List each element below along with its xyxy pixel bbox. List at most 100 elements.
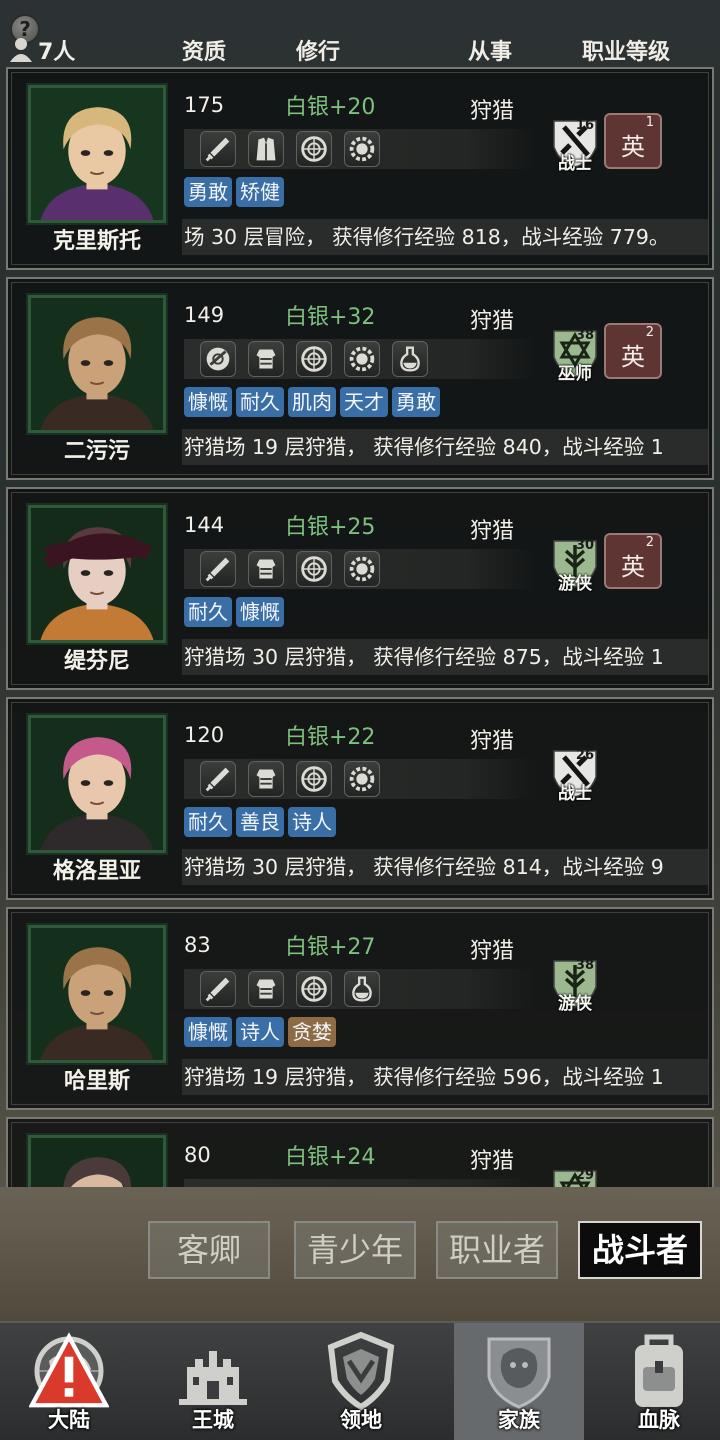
equipment-row (184, 129, 536, 169)
trait-tags: 耐久 善良 诗人 (184, 807, 340, 839)
member-list[interactable]: 克里斯托 175 白银+20 狩猎 勇敢 矫健场 30 层冒险， 获得修行经验 8… (6, 67, 714, 1187)
trait-tag[interactable]: 善良 (236, 807, 284, 837)
class-badge[interactable]: 30 游侠 (550, 537, 600, 594)
equipment-row (184, 1179, 536, 1187)
gear-emblem-icon[interactable] (344, 551, 380, 587)
trait-tag[interactable]: 勇敢 (392, 387, 440, 417)
potion-icon[interactable] (344, 971, 380, 1007)
member-card[interactable]: 80 白银+24 狩猎 29 (6, 1117, 714, 1187)
hero-badge[interactable]: 1 英 (604, 113, 662, 169)
hero-label: 英 (621, 553, 645, 581)
armor-icon[interactable] (248, 551, 284, 587)
trait-tag[interactable]: 耐久 (184, 807, 232, 837)
nav-family[interactable]: 家族 (454, 1323, 584, 1440)
filter-guest-button[interactable]: 客卿 (148, 1221, 270, 1279)
equipment-row (184, 759, 536, 799)
activity-log: 狩猎场 30 层狩猎， 获得修行经验 875，战斗经验 1 (182, 639, 708, 675)
trait-tag[interactable]: 肌肉 (288, 387, 336, 417)
trait-tags: 慷慨 耐久 肌肉 天才 勇敢 (184, 387, 444, 419)
trait-tag[interactable]: 天才 (340, 387, 388, 417)
member-name: 缇芬尼 (63, 649, 130, 674)
gear-emblem-icon[interactable] (344, 131, 380, 167)
castle-icon (179, 1351, 247, 1405)
armor-icon[interactable] (248, 341, 284, 377)
trait-tag[interactable]: 矫健 (236, 177, 284, 207)
trait-tag[interactable]: 慷慨 (184, 387, 232, 417)
trait-tag[interactable]: 诗人 (288, 807, 336, 837)
hero-badge[interactable]: 2 英 (604, 323, 662, 379)
avatar[interactable] (26, 503, 168, 645)
person-icon (10, 38, 32, 62)
hero-label: 英 (621, 133, 645, 161)
cultivation-rank: 白银+27 (285, 935, 376, 960)
avatar[interactable] (26, 713, 168, 855)
avatar[interactable] (26, 83, 168, 225)
job-label: 狩猎 (470, 309, 515, 334)
armor-icon[interactable] (248, 971, 284, 1007)
sword-icon[interactable] (200, 551, 236, 587)
robe-armor-icon[interactable] (248, 131, 284, 167)
armor-icon[interactable] (248, 761, 284, 797)
sword-icon[interactable] (200, 971, 236, 1007)
activity-log: 狩猎场 19 层狩猎， 获得修行经验 840，战斗经验 1 (182, 429, 708, 465)
class-badge[interactable]: 29 (550, 1167, 600, 1187)
avatar[interactable] (26, 923, 168, 1065)
nav-royal-city[interactable]: 王城 (148, 1323, 278, 1440)
trait-tag[interactable]: 耐久 (184, 597, 232, 627)
activity-log: 狩猎场 19 层狩猎， 获得修行经验 596，战斗经验 1 (182, 1059, 708, 1095)
member-card[interactable]: 哈里斯 83 白银+27 狩猎 慷慨 诗人 贪婪狩猎场 19 层狩猎， 获得修行经验… (6, 907, 714, 1110)
nav-bloodline[interactable]: 血脉 (594, 1323, 720, 1440)
shield-emblem-icon[interactable] (296, 131, 332, 167)
member-card[interactable]: 缇芬尼 144 白银+25 狩猎 耐久 慷慨 狩猎场 30 层狩猎， 获得修行经验 … (6, 487, 714, 690)
filter-fighter-button[interactable]: 战斗者 (578, 1221, 702, 1279)
trait-tag[interactable]: 耐久 (236, 387, 284, 417)
shield-emblem-icon[interactable] (296, 341, 332, 377)
gear-emblem-icon[interactable] (344, 341, 380, 377)
shield-emblem-icon[interactable] (296, 551, 332, 587)
trait-tag[interactable]: 贪婪 (288, 1017, 336, 1047)
bottom-nav: 大陆 王城 领地 家族 血脉 (0, 1321, 720, 1440)
filter-professional-button[interactable]: 职业者 (436, 1221, 558, 1279)
filter-bar: 客卿 青少年 职业者 战斗者 (0, 1187, 720, 1321)
class-level: 38 (575, 958, 594, 973)
class-name: 战士 (558, 784, 592, 804)
member-count: 7人 (38, 40, 76, 65)
trait-tag[interactable]: 慷慨 (236, 597, 284, 627)
class-badge[interactable]: 16 战士 (550, 117, 600, 174)
sword-icon[interactable] (200, 761, 236, 797)
column-aptitude[interactable]: 资质 (182, 34, 226, 66)
cultivation-rank: 白银+20 (285, 95, 376, 120)
avatar[interactable] (26, 1133, 168, 1187)
trait-tag[interactable]: 慷慨 (184, 1017, 232, 1047)
trait-tag[interactable]: 勇敢 (184, 177, 232, 207)
trait-tags: 耐久 慷慨 (184, 597, 288, 629)
shield-emblem-icon[interactable] (296, 761, 332, 797)
aptitude-value: 83 (184, 933, 211, 957)
member-card[interactable]: 二污污 149 白银+32 狩猎 慷慨 耐久 肌肉 天才 勇敢 狩猎场 19 层狩猎， 获… (6, 277, 714, 480)
alert-icon (29, 1332, 109, 1408)
spell-orb-icon[interactable] (200, 341, 236, 377)
column-class-level[interactable]: 职业等级 (582, 34, 670, 66)
class-name: 巫师 (558, 364, 592, 384)
nav-territory[interactable]: 领地 (296, 1323, 426, 1440)
filter-youth-button[interactable]: 青少年 (294, 1221, 416, 1279)
cultivation-rank: 白银+24 (285, 1145, 376, 1170)
equipment-row (184, 549, 536, 589)
class-badge[interactable]: 26 战士 (550, 747, 600, 804)
column-job[interactable]: 从事 (468, 34, 512, 66)
member-name: 哈里斯 (63, 1069, 130, 1094)
job-label: 狩猎 (470, 939, 515, 964)
class-badge[interactable]: 38 巫师 (550, 327, 600, 384)
nav-continent[interactable]: 大陆 (4, 1323, 134, 1440)
shield-emblem-icon[interactable] (296, 971, 332, 1007)
trait-tag[interactable]: 诗人 (236, 1017, 284, 1047)
member-card[interactable]: 格洛里亚 120 白银+22 狩猎 耐久 善良 诗人 狩猎场 30 层狩猎， 获得修行… (6, 697, 714, 900)
gear-emblem-icon[interactable] (344, 761, 380, 797)
avatar[interactable] (26, 293, 168, 435)
hero-badge[interactable]: 2 英 (604, 533, 662, 589)
potion-icon[interactable] (392, 341, 428, 377)
sword-icon[interactable] (200, 131, 236, 167)
member-card[interactable]: 克里斯托 175 白银+20 狩猎 勇敢 矫健场 30 层冒险， 获得修行经验 8… (6, 67, 714, 270)
column-cultivation[interactable]: 修行 (296, 34, 340, 66)
class-badge[interactable]: 38 游侠 (550, 957, 600, 1014)
